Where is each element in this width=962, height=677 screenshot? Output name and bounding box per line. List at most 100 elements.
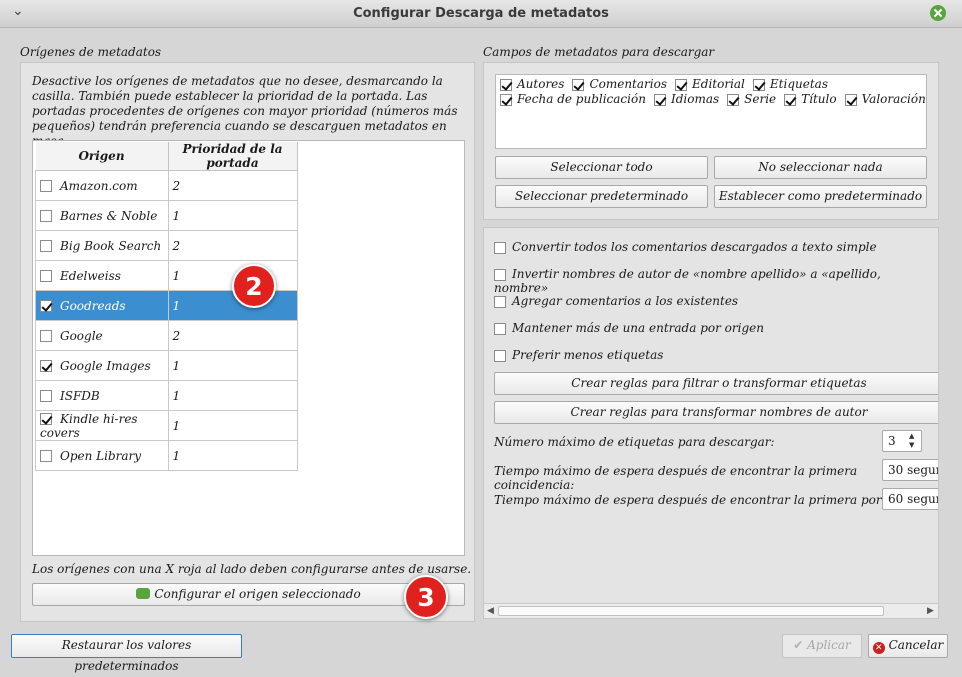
source-cell[interactable]: Goodreads — [35, 290, 169, 321]
source-name: Google — [60, 328, 103, 343]
column-header-source[interactable]: Origen — [35, 142, 169, 171]
source-checkbox[interactable] — [40, 360, 52, 372]
source-checkbox[interactable] — [40, 390, 52, 402]
field-checkbox[interactable] — [844, 93, 857, 106]
field-label: Etiquetas — [769, 77, 828, 91]
field-checkbox[interactable] — [727, 93, 740, 106]
source-cell[interactable]: Big Book Search — [35, 230, 169, 261]
scroll-right-icon[interactable]: ▶ — [927, 606, 934, 616]
set-default-button[interactable]: Establecer como predeterminado — [714, 185, 927, 208]
field-checkbox-item[interactable]: Idiomas — [653, 92, 719, 106]
cover-priority-cell[interactable]: 1 — [167, 410, 298, 441]
field-checkbox-item[interactable]: Título — [784, 92, 837, 106]
field-checkbox-item[interactable]: Fecha de publicación — [500, 92, 646, 106]
tag-rules-button[interactable]: Crear reglas para filtrar o transformar … — [494, 372, 938, 395]
option-checkbox-item[interactable]: Mantener más de una entrada por origen — [494, 321, 938, 348]
field-checkbox[interactable] — [500, 78, 512, 91]
source-cell[interactable]: Barnes & Noble — [35, 200, 169, 231]
cover-priority-cell[interactable]: 1 — [167, 380, 298, 411]
field-checkbox-item[interactable]: Editorial — [675, 77, 745, 91]
max-tags-spinbox[interactable]: 3 ▲ ▼ — [882, 430, 922, 452]
cover-priority-cell[interactable]: 2 — [167, 230, 298, 261]
horizontal-scrollbar[interactable]: ◀ ▶ — [484, 603, 938, 618]
check-icon: ✔ — [793, 638, 804, 652]
source-checkbox[interactable] — [40, 240, 52, 252]
source-checkbox[interactable] — [40, 300, 52, 312]
scrollbar-thumb[interactable] — [498, 606, 884, 616]
select-none-button[interactable]: No seleccionar nada — [714, 156, 927, 179]
field-label: Comentarios — [589, 77, 667, 91]
select-default-button[interactable]: Seleccionar predeterminado — [495, 185, 708, 208]
table-row[interactable]: Google 2 — [35, 320, 298, 351]
cover-priority-cell[interactable]: 1 — [167, 290, 298, 321]
option-checkbox[interactable] — [494, 322, 506, 335]
select-all-label: Seleccionar todo — [550, 160, 653, 174]
source-checkbox[interactable] — [40, 210, 52, 222]
cancel-icon: ✕ — [872, 642, 885, 654]
timeout-first-spinbox[interactable]: 30 segund — [882, 459, 938, 481]
cancel-label: Cancelar — [888, 638, 944, 652]
source-cell[interactable]: Amazon.com — [35, 170, 169, 201]
option-checkbox-item[interactable]: Convertir todos los comentarios descarga… — [494, 240, 938, 267]
table-row[interactable]: Open Library 1 — [35, 440, 298, 471]
source-cell[interactable]: Google Images — [35, 350, 169, 381]
restore-defaults-button[interactable]: Restaurar los valores predeterminados — [11, 634, 242, 673]
source-name: ISFDB — [60, 388, 100, 403]
source-checkbox[interactable] — [40, 413, 52, 425]
scroll-left-icon[interactable]: ◀ — [487, 606, 494, 616]
options-scroll-area[interactable]: Convertir todos los comentarios descarga… — [483, 227, 939, 619]
option-checkbox[interactable] — [494, 295, 506, 308]
table-row[interactable]: Kindle hi-res covers 1 — [35, 410, 298, 441]
option-checkbox[interactable] — [494, 349, 506, 362]
sources-table-container[interactable]: Origen Prioridad de la portada Amazon.co… — [32, 140, 465, 556]
spin-arrows-icon[interactable]: ▲ ▼ — [909, 432, 919, 450]
source-name: Big Book Search — [60, 238, 162, 253]
source-cell[interactable]: Kindle hi-res covers — [35, 410, 169, 441]
author-rules-button[interactable]: Crear reglas para transformar nombres de… — [494, 401, 938, 424]
source-cell[interactable]: ISFDB — [35, 380, 169, 411]
field-checkbox[interactable] — [572, 78, 585, 91]
cover-priority-cell[interactable]: 2 — [167, 320, 298, 351]
timeout-cover-spinbox[interactable]: 60 segund — [882, 488, 938, 510]
table-row[interactable]: ISFDB 1 — [35, 380, 298, 411]
cover-priority-cell[interactable]: 1 — [167, 440, 298, 471]
option-checkbox-item[interactable]: Invertir nombres de autor de «nombre ape… — [494, 267, 938, 295]
source-name: Goodreads — [60, 298, 126, 313]
select-all-button[interactable]: Seleccionar todo — [495, 156, 708, 179]
source-cell[interactable]: Edelweiss — [35, 260, 169, 291]
apply-button[interactable]: ✔ Aplicar — [782, 634, 862, 658]
source-checkbox[interactable] — [40, 180, 52, 192]
field-checkbox[interactable] — [500, 93, 512, 106]
table-row[interactable]: Amazon.com 2 — [35, 170, 298, 201]
field-checkbox-item[interactable]: Serie — [727, 92, 776, 106]
field-checkbox[interactable] — [675, 78, 687, 91]
option-checkbox-item[interactable]: Preferir menos etiquetas — [494, 348, 938, 375]
column-header-cover-priority[interactable]: Prioridad de la portada — [168, 142, 298, 171]
field-checkbox-item[interactable]: Etiquetas — [752, 77, 828, 91]
configure-source-button[interactable]: Configurar el origen seleccionado — [32, 583, 465, 606]
source-cell[interactable]: Google — [35, 320, 169, 351]
source-checkbox[interactable] — [40, 450, 52, 462]
cover-priority-cell[interactable]: 2 — [167, 170, 298, 201]
field-label: Valoración — [861, 92, 926, 106]
step-badge-3: 3 — [404, 575, 448, 619]
source-cell[interactable]: Open Library — [35, 440, 169, 471]
field-checkbox[interactable] — [653, 93, 666, 106]
option-checkbox[interactable] — [494, 268, 506, 281]
cover-priority-cell[interactable]: 1 — [167, 200, 298, 231]
option-checkbox-item[interactable]: Agregar comentarios a los existentes — [494, 294, 938, 321]
field-checkbox-item[interactable]: Autores — [500, 77, 564, 91]
option-checkbox[interactable] — [494, 241, 506, 254]
field-checkbox[interactable] — [784, 93, 797, 106]
field-checkbox[interactable] — [752, 78, 765, 91]
close-icon[interactable] — [930, 5, 946, 21]
field-checkbox-item[interactable]: Comentarios — [572, 77, 667, 91]
source-checkbox[interactable] — [40, 270, 52, 282]
cover-priority-cell[interactable]: 1 — [167, 350, 298, 381]
table-row[interactable]: Barnes & Noble 1 — [35, 200, 298, 231]
source-checkbox[interactable] — [40, 330, 52, 342]
table-row[interactable]: Google Images 1 — [35, 350, 298, 381]
cancel-button[interactable]: ✕ Cancelar — [868, 634, 948, 658]
table-row[interactable]: Big Book Search 2 — [35, 230, 298, 261]
field-checkbox-item[interactable]: Valoración — [844, 92, 926, 106]
